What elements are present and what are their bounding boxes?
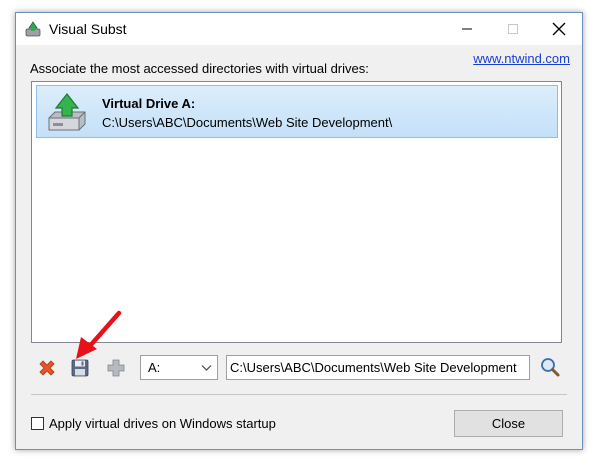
maximize-button[interactable]	[490, 13, 536, 45]
drive-path: C:\Users\ABC\Documents\Web Site Developm…	[102, 115, 393, 130]
website-link[interactable]: www.ntwind.com	[473, 51, 570, 66]
startup-checkbox[interactable]	[31, 417, 44, 430]
startup-option[interactable]: Apply virtual drives on Windows startup	[31, 416, 276, 431]
drive-letter-value: A:	[148, 360, 161, 375]
red-arrow-annotation	[76, 310, 122, 359]
close-window-button[interactable]	[536, 13, 582, 45]
minimize-icon	[462, 28, 472, 30]
drive-icon	[48, 93, 86, 131]
drive-title: Virtual Drive A:	[102, 96, 196, 111]
separator	[31, 394, 567, 395]
close-icon	[552, 22, 566, 36]
maximize-icon	[508, 24, 518, 34]
instruction-label: Associate the most accessed directories …	[30, 61, 369, 76]
magnifier-icon[interactable]	[539, 356, 561, 378]
app-icon	[25, 21, 41, 37]
red-x-icon[interactable]	[36, 357, 58, 379]
drive-list[interactable]: Virtual Drive A: C:\Users\ABC\Documents\…	[31, 81, 562, 343]
minimize-button[interactable]	[444, 13, 490, 45]
window-title: Visual Subst	[49, 21, 127, 37]
close-button[interactable]: Close	[454, 410, 563, 437]
path-input[interactable]	[226, 355, 530, 380]
app-window: Visual Subst www.ntwind.com Associate th…	[15, 12, 583, 450]
startup-label: Apply virtual drives on Windows startup	[49, 416, 276, 431]
title-bar[interactable]: Visual Subst	[16, 13, 582, 45]
drive-letter-select[interactable]: A:	[140, 355, 218, 380]
list-item[interactable]: Virtual Drive A: C:\Users\ABC\Documents\…	[36, 85, 558, 138]
chevron-down-icon	[201, 365, 212, 371]
